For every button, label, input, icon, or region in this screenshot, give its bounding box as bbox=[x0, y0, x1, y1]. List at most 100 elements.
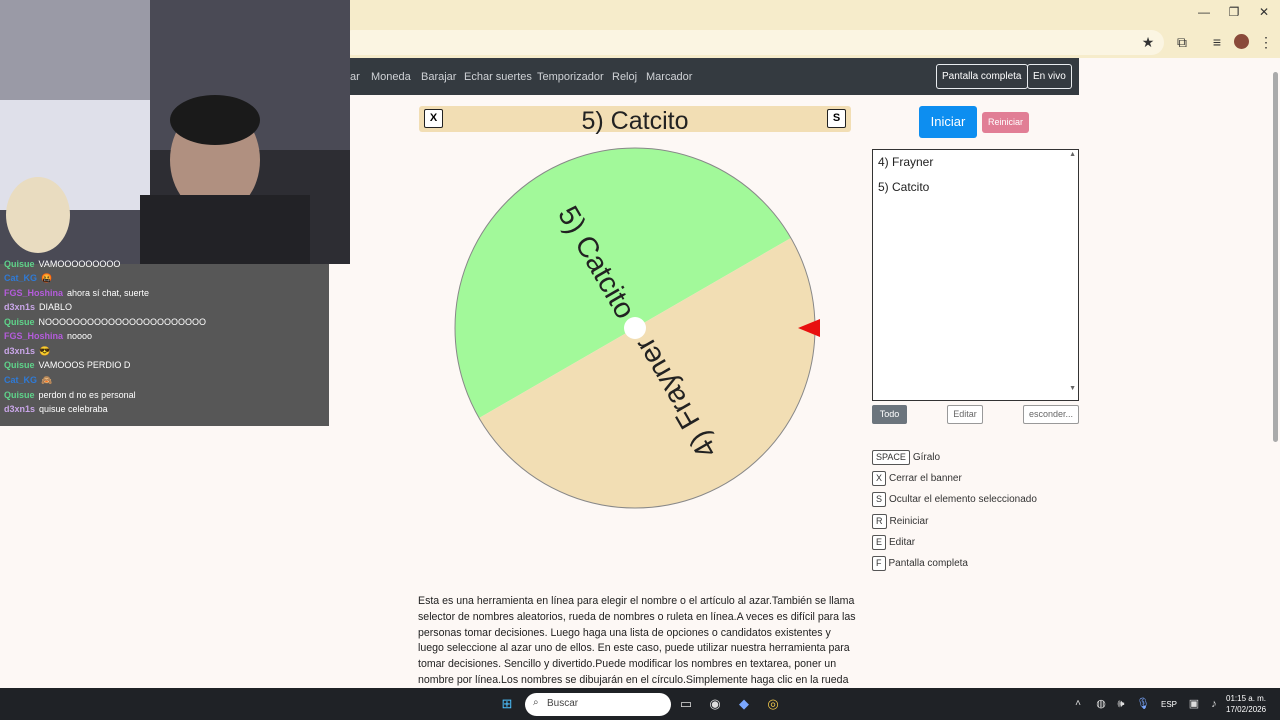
chat-message: Quisue perdon d no es personal bbox=[4, 390, 136, 400]
minimize-icon[interactable]: — bbox=[1194, 5, 1214, 19]
hide-button[interactable]: esconder... bbox=[1023, 405, 1079, 424]
chat-message: Quisue VAMOOOS PERDIO D bbox=[4, 360, 130, 370]
description-text: Esta es una herramienta en línea para el… bbox=[418, 595, 856, 686]
chat-user: d3xn1s bbox=[4, 302, 36, 312]
chat-text: quisue celebraba bbox=[39, 404, 108, 414]
menu-kebab-icon[interactable]: ⋮ bbox=[1256, 34, 1276, 51]
discord-icon[interactable]: ◍ bbox=[1093, 696, 1109, 712]
microphone-icon[interactable]: 🎙 bbox=[1135, 696, 1151, 712]
start-button[interactable]: Iniciar bbox=[919, 106, 977, 138]
webcam-overlay bbox=[0, 0, 350, 264]
banner-title: 5) Catcito bbox=[581, 107, 689, 135]
name-line: 5) Catcito bbox=[878, 180, 930, 194]
chat-text: VAMOOOOOOOOO bbox=[38, 259, 121, 269]
fullscreen-button[interactable]: Pantalla completa bbox=[936, 64, 1028, 89]
chat-user: d3xn1s bbox=[4, 346, 36, 356]
close-icon[interactable]: ✕ bbox=[1254, 5, 1274, 19]
result-banner: X 5) Catcito S bbox=[419, 106, 851, 135]
name-line: 4) Frayner bbox=[878, 155, 934, 169]
chat-text: noooo bbox=[67, 331, 93, 341]
url-field[interactable] bbox=[340, 30, 1164, 55]
chat-text: 🙈 bbox=[41, 375, 53, 385]
chat-message: Quisue VAMOOOOOOOOO bbox=[4, 259, 120, 269]
nav-item-marcador[interactable]: Marcador bbox=[646, 71, 692, 83]
chat-text: VAMOOOS PERDIO D bbox=[38, 360, 131, 370]
profile-avatar[interactable] bbox=[1234, 34, 1249, 49]
all-button[interactable]: Todo bbox=[872, 405, 907, 424]
chat-message: FGS_Hoshina noooo bbox=[4, 331, 92, 341]
spin-wheel[interactable]: 4) Frayner 5) Catcito bbox=[450, 143, 820, 513]
page-scrollbar[interactable] bbox=[1270, 58, 1280, 688]
webcam-image bbox=[0, 0, 350, 264]
chat-user: Quisue bbox=[4, 360, 35, 370]
chat-user: Cat_KG bbox=[4, 375, 38, 385]
chat-user: Quisue bbox=[4, 317, 35, 327]
scroll-up-icon[interactable]: ▲ bbox=[1069, 151, 1076, 158]
nav-item-temporizador[interactable]: Temporizador bbox=[537, 71, 604, 83]
taskbar-search[interactable]: ⌕ Buscar bbox=[525, 693, 671, 716]
shortcut-key: E bbox=[872, 535, 887, 550]
names-textarea[interactable]: 4) Frayner 5) Catcito ▲ ▼ bbox=[872, 149, 1079, 401]
nav-item-reloj[interactable]: Reloj bbox=[612, 71, 637, 83]
chat-message: FGS_Hoshina ahora sí chat, suerte bbox=[4, 288, 149, 298]
scroll-down-icon[interactable]: ▼ bbox=[1069, 385, 1076, 392]
volume-icon[interactable]: 🕪 bbox=[1113, 696, 1129, 712]
shortcut-row: S Ocultar el elemento seleccionado bbox=[872, 492, 1037, 508]
reset-button[interactable]: Reiniciar bbox=[982, 112, 1029, 133]
restore-icon[interactable]: ❐ bbox=[1224, 5, 1244, 19]
chat-text: DIABLO bbox=[39, 302, 73, 312]
shortcut-label: Ocultar el elemento seleccionado bbox=[889, 494, 1037, 505]
nav-item-barajar[interactable]: Barajar bbox=[421, 71, 456, 83]
windows-start-icon[interactable]: ⊞ bbox=[499, 696, 515, 712]
shortcut-key: X bbox=[872, 471, 887, 486]
chat-user: FGS_Hoshina bbox=[4, 331, 64, 341]
chat-text: perdon d no es personal bbox=[38, 390, 136, 400]
nav-item-echar-suertes[interactable]: Echar suertes bbox=[464, 71, 532, 83]
shortcut-row: SPACE Gíralo bbox=[872, 450, 940, 466]
stream-chat: Quisue VAMOOOOOOOOO Cat_KG 🤬 FGS_Hoshina ah… bbox=[0, 259, 329, 426]
windows-taskbar: ⊞ ⌕ Buscar ▭ ◉ ◆ ◎ ˄ ◍ 🕪 🎙 ESP ▣ ♪ 01:15… bbox=[0, 688, 1280, 720]
chat-message: d3xn1s 😎 bbox=[4, 346, 50, 357]
taskbar-search-label: Buscar bbox=[547, 698, 579, 709]
tray-chevron-icon[interactable]: ˄ bbox=[1070, 696, 1086, 712]
chrome-icon[interactable]: ◎ bbox=[765, 696, 781, 712]
shortcut-key: S bbox=[872, 492, 887, 507]
chat-message: d3xn1s quisue celebraba bbox=[4, 404, 108, 414]
keyboard-language[interactable]: ESP bbox=[1161, 700, 1177, 709]
live-button[interactable]: En vivo bbox=[1027, 64, 1072, 89]
chat-text: 😎 bbox=[39, 346, 51, 356]
chat-user: Cat_KG bbox=[4, 273, 38, 283]
app-icon[interactable]: ◆ bbox=[736, 696, 752, 712]
search-icon: ⌕ bbox=[533, 697, 539, 708]
clock-time[interactable]: 01:15 a. m. bbox=[1226, 694, 1266, 703]
chat-text: 🤬 bbox=[41, 273, 53, 283]
speaker-icon[interactable]: ♪ bbox=[1206, 696, 1222, 712]
bookmark-star-icon[interactable]: ★ bbox=[1138, 34, 1158, 51]
chat-message: d3xn1s DIABLO bbox=[4, 302, 72, 312]
extensions-icon[interactable]: ⧉ bbox=[1172, 34, 1192, 51]
nav-item-partial[interactable]: ar bbox=[350, 71, 360, 83]
shortcut-key: R bbox=[872, 514, 887, 529]
chat-message: Cat_KG 🙈 bbox=[4, 375, 52, 386]
file-explorer-icon[interactable]: ▭ bbox=[678, 696, 694, 712]
chat-text: ahora sí chat, suerte bbox=[67, 288, 150, 298]
obs-icon[interactable]: ◉ bbox=[707, 696, 723, 712]
chat-user: Quisue bbox=[4, 259, 35, 269]
nav-item-moneda[interactable]: Moneda bbox=[371, 71, 411, 83]
shortcut-label: Pantalla completa bbox=[888, 558, 969, 569]
chat-user: FGS_Hoshina bbox=[4, 288, 64, 298]
media-control-icon[interactable]: ≡ bbox=[1207, 34, 1227, 50]
edit-button[interactable]: Editar bbox=[947, 405, 983, 424]
network-icon[interactable]: ▣ bbox=[1186, 696, 1202, 712]
chat-message: Cat_KG 🤬 bbox=[4, 273, 52, 284]
clock-date[interactable]: 17/02/2026 bbox=[1226, 705, 1266, 714]
chat-text: NOOOOOOOOOOOOOOOOOOOOOOO bbox=[38, 317, 207, 327]
chat-user: Quisue bbox=[4, 390, 35, 400]
page-scrollbar-thumb[interactable] bbox=[1273, 72, 1278, 442]
chat-user: d3xn1s bbox=[4, 404, 36, 414]
shortcut-row: X Cerrar el banner bbox=[872, 471, 962, 487]
banner-hide-button[interactable]: S bbox=[827, 109, 846, 128]
shortcut-key: SPACE bbox=[872, 450, 910, 465]
site-navbar: ar Moneda Barajar Echar suertes Temporiz… bbox=[350, 58, 1079, 95]
shortcut-row: F Pantalla completa bbox=[872, 556, 968, 572]
